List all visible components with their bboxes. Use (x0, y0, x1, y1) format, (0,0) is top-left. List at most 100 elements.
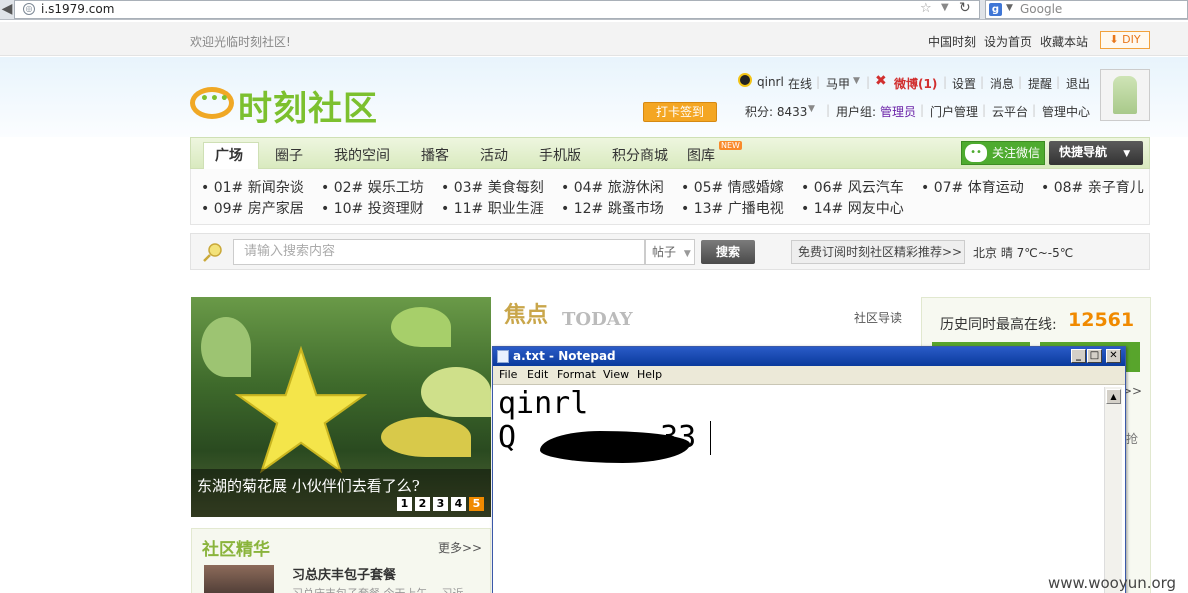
search-key-icon (203, 243, 222, 262)
search-type-select[interactable]: 帖子 ▼ (645, 239, 695, 265)
avatar[interactable] (1100, 69, 1150, 121)
menu-help[interactable]: Help (637, 368, 662, 381)
logo-dots-icon: ••• (200, 91, 230, 107)
close-icon[interactable]: ✕ (1106, 349, 1121, 363)
settings-link[interactable]: 设置 (952, 75, 976, 92)
bookmark-star-icon[interactable]: ☆ (920, 1, 932, 16)
category-link[interactable]: • 13# 广播电视 (681, 198, 784, 218)
watermark: www.wooyun.org (1048, 574, 1177, 592)
menu-format[interactable]: Format (557, 368, 596, 381)
wechat-label: 关注微信 (992, 146, 1041, 160)
logo-text: 时刻社区 (238, 89, 378, 129)
essence-more-link[interactable]: 更多>> (438, 539, 482, 556)
menu-edit[interactable]: Edit (527, 368, 548, 381)
category-link[interactable]: • 09# 房产家居 (201, 198, 304, 218)
category-link[interactable]: • 01# 新闻杂谈 (201, 177, 304, 197)
banner-page-5[interactable]: 5 (469, 497, 484, 511)
username-link[interactable]: qinrl (757, 75, 784, 89)
chevron-down-icon[interactable]: ▼ (1006, 3, 1013, 13)
category-link[interactable]: • 03# 美食每刻 (441, 177, 544, 197)
back-arrow-icon[interactable]: ◀ (0, 1, 14, 17)
new-badge: NEW (719, 141, 742, 150)
menu-view[interactable]: View (603, 368, 629, 381)
quick-nav-button[interactable]: 快捷导航 ▼ (1049, 141, 1143, 165)
tab-circles[interactable]: 圈子 (275, 145, 303, 165)
qq-penguin-icon (738, 73, 752, 87)
community-guide-link[interactable]: 社区导读 (854, 309, 902, 326)
weibo-link[interactable]: 微博(1) (894, 75, 937, 92)
category-link[interactable]: • 12# 跳蚤市场 (561, 198, 664, 218)
url-dropdown-icon[interactable]: ▼ (941, 2, 949, 13)
wechat-follow-button[interactable]: •• 关注微信 (961, 141, 1045, 165)
main-nav: 广场 圈子 我的空间 播客 活动 手机版 积分商城 图库 NEW •• 关注微信… (190, 137, 1150, 170)
site-logo[interactable]: ••• 时刻社区 (190, 79, 415, 129)
group-value[interactable]: 管理员 (880, 103, 916, 120)
globe-icon: ◎ (23, 3, 35, 15)
category-link[interactable]: • 04# 旅游休闲 (561, 177, 664, 197)
banner-page-3[interactable]: 3 (433, 497, 448, 511)
checkin-button[interactable]: 打卡签到 (643, 102, 717, 122)
minimize-icon[interactable]: _ (1071, 349, 1086, 363)
cloud-platform-link[interactable]: 云平台 (992, 103, 1028, 120)
search-input[interactable]: 请输入搜索内容 (233, 239, 645, 265)
search-engine-box[interactable]: g ▼ Google (985, 0, 1188, 19)
weather-text: 北京 晴 7℃~-5℃ (973, 246, 1074, 260)
essence-thumbnail[interactable] (204, 565, 274, 593)
category-link[interactable]: • 05# 情感婚嫁 (681, 177, 784, 197)
site-top-strip: 欢迎光临时刻社区! 中国时刻 设为首页 收藏本站 ⬇ DIY (0, 22, 1188, 56)
tab-my-space[interactable]: 我的空间 (334, 145, 390, 165)
essence-headline[interactable]: 习总庆丰包子套餐 (292, 564, 396, 583)
admin-center-link[interactable]: 管理中心 (1042, 103, 1090, 120)
tab-mobile[interactable]: 手机版 (539, 145, 581, 165)
notepad-scrollbar[interactable]: ▲ (1104, 387, 1122, 593)
banner-page-4[interactable]: 4 (451, 497, 466, 511)
category-link[interactable]: • 11# 职业生涯 (441, 198, 544, 218)
horse-menu[interactable]: 马甲 (826, 75, 850, 92)
tab-points-mall[interactable]: 积分商城 (612, 145, 668, 165)
search-bar: 请输入搜索内容 帖子 ▼ 搜索 免费订阅时刻社区精彩推荐>> 北京 晴 7℃~-… (190, 233, 1150, 270)
reminders-link[interactable]: 提醒 (1028, 75, 1052, 92)
reload-icon[interactable]: ↻ (959, 0, 971, 16)
notepad-title: a.txt - Notepad (513, 349, 616, 363)
category-link[interactable]: • 08# 亲子育儿 (1041, 177, 1144, 197)
notepad-titlebar[interactable]: a.txt - Notepad _ □ ✕ (493, 347, 1125, 366)
menu-file[interactable]: File (499, 368, 517, 381)
banner-page-1[interactable]: 1 (397, 497, 412, 511)
tab-square[interactable]: 广场 (215, 145, 243, 165)
chevron-down-icon[interactable]: ▼ (853, 76, 860, 86)
category-link[interactable]: • 07# 体育运动 (921, 177, 1024, 197)
address-bar[interactable]: ◎ i.s1979.com ☆ ▼ ↻ (14, 0, 980, 19)
maximize-icon[interactable]: □ (1087, 349, 1102, 363)
separator: | (866, 75, 871, 89)
portal-admin-link[interactable]: 门户管理 (930, 103, 978, 120)
banner-caption[interactable]: 东湖的菊花展 小伙伴们去看了么? (197, 475, 420, 496)
search-button[interactable]: 搜索 (701, 240, 755, 264)
tab-podcast[interactable]: 播客 (421, 145, 449, 165)
focus-today: TODAY (562, 309, 633, 330)
logout-link[interactable]: 退出 (1066, 75, 1090, 92)
messages-link[interactable]: 消息 (990, 75, 1014, 92)
separator: | (943, 75, 948, 89)
scroll-up-icon[interactable]: ▲ (1106, 389, 1121, 404)
tab-gallery[interactable]: 图库 (687, 145, 715, 165)
banner-slideshow[interactable]: 东湖的菊花展 小伙伴们去看了么? 1 2 3 4 5 (191, 297, 491, 517)
points-text: 积分: 8433 (745, 105, 808, 119)
tab-activities[interactable]: 活动 (480, 145, 508, 165)
chevron-down-icon[interactable]: ▼ (808, 104, 815, 114)
category-link[interactable]: • 14# 网友中心 (801, 198, 904, 218)
avatar-figure (1113, 76, 1137, 114)
link-china-shike[interactable]: 中国时刻 (928, 33, 976, 50)
category-link[interactable]: • 02# 娱乐工坊 (321, 177, 424, 197)
category-link[interactable]: • 06# 风云汽车 (801, 177, 904, 197)
leaf-decoration (421, 367, 491, 417)
link-bookmark-site[interactable]: 收藏本站 (1040, 33, 1088, 50)
diy-button[interactable]: ⬇ DIY (1100, 31, 1150, 49)
banner-page-2[interactable]: 2 (415, 497, 430, 511)
subscribe-button[interactable]: 免费订阅时刻社区精彩推荐>> (791, 240, 965, 264)
online-status: 在线 (788, 77, 813, 91)
text-line-2-start: Q (498, 420, 517, 455)
link-set-homepage[interactable]: 设为首页 (984, 33, 1032, 50)
notepad-text-area[interactable]: qinrl Q33 (496, 387, 1100, 593)
category-link[interactable]: • 10# 投资理财 (321, 198, 424, 218)
site-header: ••• 时刻社区 qinrl 在线 | 马甲 ▼ | ✖ 微博(1) | 设置 … (0, 57, 1188, 137)
